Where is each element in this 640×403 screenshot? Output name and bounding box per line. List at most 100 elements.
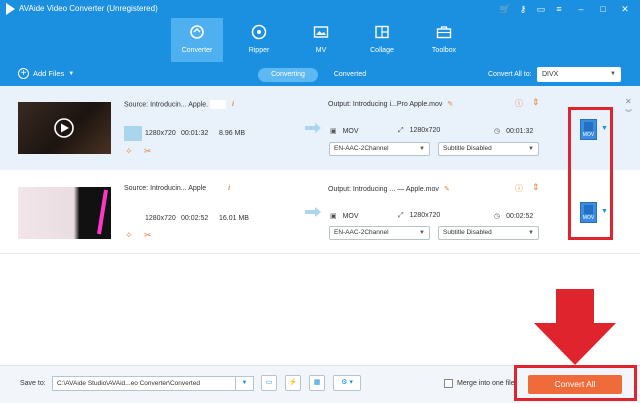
menu-icon[interactable]: ≡ bbox=[552, 2, 566, 16]
expand-icon: ⤢ bbox=[398, 212, 404, 219]
output-duration: ◷ 00:02:52 bbox=[494, 213, 534, 220]
close-icon[interactable]: ✕ bbox=[625, 97, 632, 106]
disc-icon bbox=[251, 24, 267, 40]
collage-icon bbox=[375, 25, 389, 39]
source-duration: 00:02:52 bbox=[181, 215, 209, 222]
video-thumbnail[interactable] bbox=[18, 102, 111, 154]
edit-icon[interactable]: ✎ bbox=[444, 186, 450, 193]
converter-toolbar: + Add Files ▼ Converting Converted Conve… bbox=[0, 62, 640, 86]
tab-label: MV bbox=[315, 47, 327, 54]
chevron-down-icon: ▼ bbox=[419, 146, 425, 152]
hardware-accel-icon[interactable]: ⚡ bbox=[285, 375, 301, 391]
key-icon[interactable]: ⚷ bbox=[516, 2, 530, 16]
chevron-down-icon: ▼ bbox=[528, 230, 534, 236]
info-circle-icon[interactable]: ⓘ bbox=[515, 183, 523, 194]
app-logo-icon bbox=[6, 3, 15, 15]
highlight-box bbox=[568, 107, 613, 240]
add-files-label: Add Files bbox=[33, 69, 65, 78]
image-icon bbox=[313, 26, 329, 38]
app-title: AVAide Video Converter (Unregistered) bbox=[19, 4, 158, 13]
edit-icon[interactable]: ✎ bbox=[447, 101, 453, 108]
tab-toolbox[interactable]: Toolbox bbox=[418, 18, 470, 62]
cut-icon[interactable]: ✂ bbox=[144, 230, 152, 241]
chat-icon[interactable]: ▭ bbox=[534, 2, 548, 16]
tab-label: Toolbox bbox=[431, 47, 457, 54]
format-color-box bbox=[124, 126, 142, 141]
info-circle-icon[interactable]: ⓘ bbox=[515, 98, 523, 109]
audio-track-select[interactable]: EN-AAC-2Channel ▼ bbox=[329, 226, 430, 240]
enhance-icon[interactable]: ✧ bbox=[125, 146, 133, 157]
cut-icon[interactable]: ✂ bbox=[144, 146, 152, 157]
merge-label: Merge into one file bbox=[457, 380, 515, 387]
checkbox[interactable] bbox=[444, 379, 453, 388]
source-filename: Source: Introducin... Apple i bbox=[124, 185, 231, 192]
plus-icon: + bbox=[18, 68, 29, 79]
convert-all-format-select[interactable]: DIVX ▼ bbox=[537, 67, 621, 82]
reorder-icon[interactable]: ⇕ bbox=[532, 182, 540, 193]
converter-icon bbox=[190, 25, 204, 39]
output-filename: Output: Introducing ... — Apple.mov ✎ bbox=[328, 186, 450, 193]
source-size: 16.01 MB bbox=[219, 215, 249, 222]
tab-label: Converter bbox=[181, 47, 213, 54]
video-icon: ▣ bbox=[330, 213, 337, 220]
chevron-down-icon[interactable]: ▼ bbox=[235, 377, 253, 390]
output-format: ▣ MOV bbox=[330, 213, 359, 220]
format-value: DIVX bbox=[542, 71, 559, 78]
close-icon[interactable]: ✕ bbox=[618, 2, 632, 16]
app-header: AVAide Video Converter (Unregistered) 🛒 … bbox=[0, 0, 640, 62]
tab-converting[interactable]: Converting bbox=[258, 68, 318, 82]
output-resolution: ⤢ 1280x720 bbox=[398, 212, 441, 219]
clock-icon: ◷ bbox=[494, 213, 501, 220]
toolbox-icon bbox=[436, 26, 452, 39]
audio-track-select[interactable]: EN-AAC-2Channel ▼ bbox=[329, 142, 430, 156]
output-format: ▣ MOV bbox=[330, 128, 359, 135]
reorder-icon[interactable]: ⇕ bbox=[532, 97, 540, 108]
info-icon[interactable]: i bbox=[228, 185, 230, 192]
file-row: Source: Introducin... Apple i 1280x720 0… bbox=[0, 170, 640, 254]
source-resolution: 1280x720 bbox=[145, 215, 176, 222]
chevron-down-icon: ▼ bbox=[68, 70, 75, 77]
gpu-icon[interactable]: ▦ bbox=[309, 375, 325, 391]
arrow-right-icon bbox=[305, 123, 321, 133]
tab-collage[interactable]: Collage bbox=[356, 18, 408, 62]
chevron-down-icon: ▼ bbox=[528, 146, 534, 152]
chevron-down-icon: ▼ bbox=[419, 230, 425, 236]
title-bar: AVAide Video Converter (Unregistered) 🛒 … bbox=[0, 0, 640, 18]
tab-label: Collage bbox=[370, 47, 394, 54]
file-row: Source: Introducin... Apple. i 1280x720 … bbox=[0, 86, 640, 170]
source-resolution: 1280x720 bbox=[145, 130, 176, 137]
merge-checkbox[interactable]: Merge into one file bbox=[444, 379, 515, 388]
folder-icon[interactable]: ▭ bbox=[261, 375, 277, 391]
chevron-down-icon: ▼ bbox=[610, 71, 616, 77]
play-icon[interactable] bbox=[18, 102, 111, 154]
tab-converter[interactable]: Converter bbox=[171, 18, 223, 62]
arrow-right-icon bbox=[305, 207, 321, 217]
expand-icon: ⤢ bbox=[398, 127, 404, 134]
convert-all-to-label: Convert All to: bbox=[488, 71, 532, 78]
thumbnail-glow bbox=[97, 189, 108, 235]
tab-mv[interactable]: MV bbox=[295, 18, 347, 62]
info-icon[interactable]: i bbox=[232, 101, 234, 108]
enhance-icon[interactable]: ✧ bbox=[125, 230, 133, 241]
minimize-icon[interactable]: – bbox=[574, 2, 588, 16]
highlight-box bbox=[514, 365, 637, 401]
collapse-icon[interactable]: ︾ bbox=[625, 108, 632, 118]
add-files-button[interactable]: + Add Files ▼ bbox=[18, 68, 74, 79]
tab-ripper[interactable]: Ripper bbox=[233, 18, 285, 62]
source-size: 8.96 MB bbox=[219, 130, 246, 137]
subtitle-select[interactable]: Subtitle Disabled ▼ bbox=[438, 226, 539, 240]
output-filename: Output: Introducing i...Pro Apple.mov ✎ bbox=[328, 101, 454, 108]
settings-icon[interactable]: ⚙ ▾ bbox=[333, 375, 361, 391]
clock-icon: ◷ bbox=[494, 128, 501, 135]
tab-label: Ripper bbox=[248, 47, 270, 54]
maximize-icon[interactable]: □ bbox=[596, 2, 610, 16]
subtitle-select[interactable]: Subtitle Disabled ▼ bbox=[438, 142, 539, 156]
save-path-field[interactable]: C:\AVAide Studio\AVAid...eo Converter\Co… bbox=[52, 376, 254, 391]
output-duration: ◷ 00:01:32 bbox=[494, 128, 534, 135]
output-resolution: ⤢ 1280x720 bbox=[398, 127, 441, 134]
video-thumbnail[interactable] bbox=[18, 187, 111, 239]
cart-icon[interactable]: 🛒 bbox=[498, 2, 512, 16]
arrow-down-icon bbox=[534, 289, 616, 365]
tab-converted[interactable]: Converted bbox=[322, 68, 378, 82]
save-to-label: Save to: bbox=[20, 380, 46, 387]
